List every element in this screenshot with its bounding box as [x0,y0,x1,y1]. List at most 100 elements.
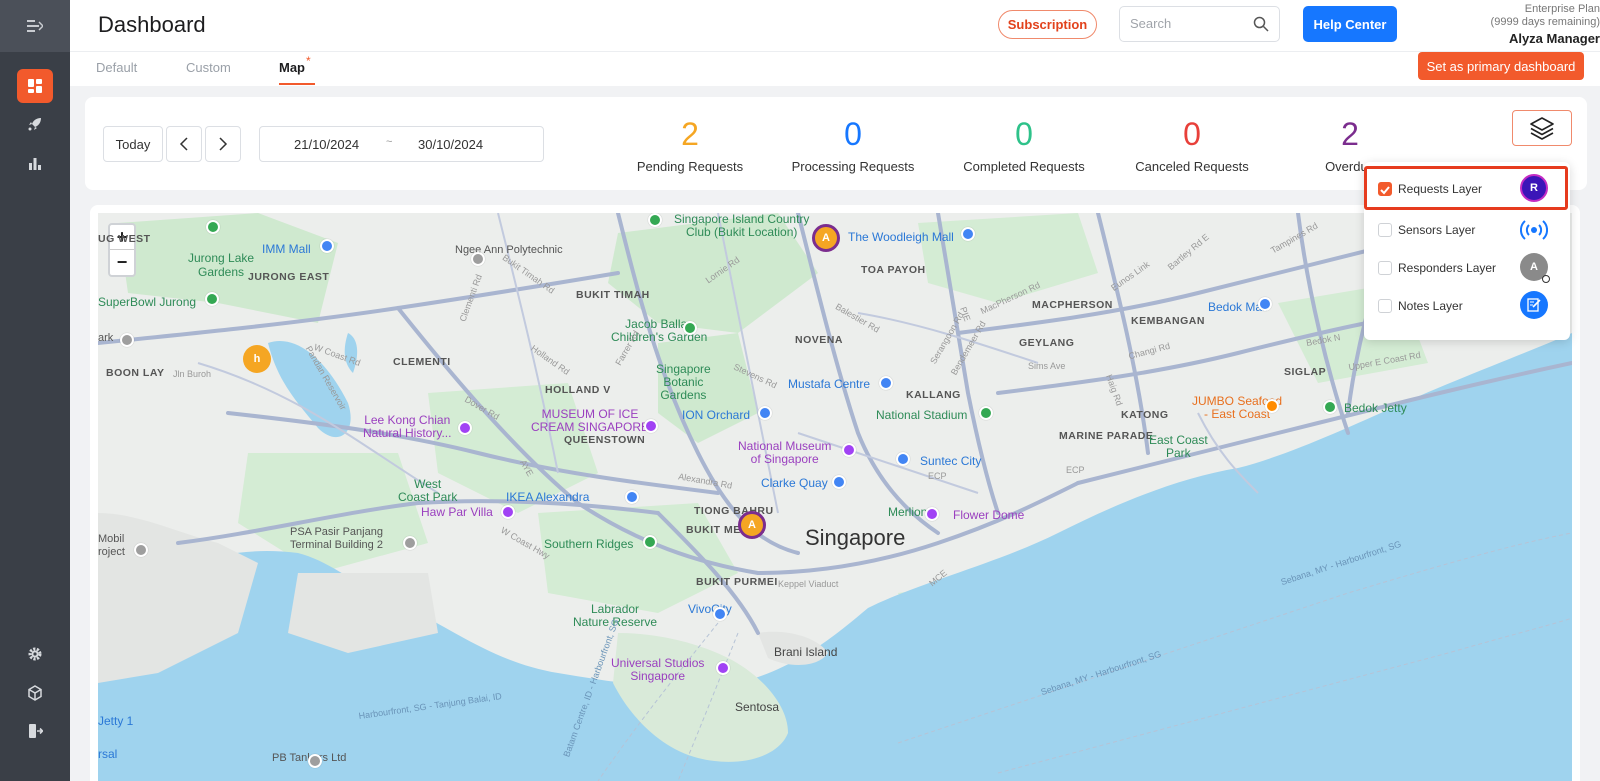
notes-layer-checkbox[interactable] [1378,299,1392,313]
poi-pin-blue[interactable] [713,607,727,621]
poi-pin-orange[interactable] [1265,399,1279,413]
poi-pin-purple[interactable] [501,505,515,519]
layer-option-sensors[interactable]: Sensors Layer [1364,212,1570,250]
map-label: ION Orchard [682,408,751,422]
map-label: BOON LAY [106,367,165,379]
map-label: ECP [928,471,947,481]
subscription-button[interactable]: Subscription [998,10,1097,39]
poi-pin-blue[interactable] [879,376,893,390]
layer-option-requests[interactable]: Requests Layer R [1364,166,1568,210]
map-label: National Museum of Singapore [738,439,832,466]
layer-label: Notes Layer [1398,299,1463,313]
set-primary-dashboard-button[interactable]: Set as primary dashboard [1418,52,1584,80]
poi-pin-blue[interactable] [320,239,334,253]
request-marker[interactable]: A [738,511,766,539]
poi-pin-green[interactable] [205,292,219,306]
poi-pin-grey[interactable] [471,252,485,266]
plan-info: Enterprise Plan (9999 days remaining) Al… [1400,3,1600,47]
poi-pin-grey[interactable] [134,543,148,557]
poi-pin-blue[interactable] [896,452,910,466]
poi-pin-purple[interactable] [925,507,939,521]
poi-pin-purple[interactable] [716,661,730,675]
requests-layer-checkbox[interactable] [1378,182,1392,196]
map-label: KALLANG [906,389,961,401]
request-marker[interactable]: h [243,345,271,373]
tab-map[interactable]: Map [279,60,305,75]
tab-map-marker: * [306,54,311,68]
date-range-picker[interactable]: 21/10/2024 ~ 30/10/2024 [259,126,544,162]
map-label: HOLLAND V [545,384,611,396]
poi-pin-green[interactable] [683,321,697,335]
stat-value: 0 [844,116,862,152]
map-canvas[interactable]: + − UG WEST Jurong Lake Gardens IMM Mall… [98,213,1572,781]
sidebar-item-modules[interactable] [17,676,53,710]
help-center-button[interactable]: Help Center [1303,6,1397,42]
sidebar-item-settings[interactable] [17,637,53,671]
map-label: PSA Pasir Panjang Terminal Building 2 [290,526,383,551]
search-icon[interactable] [1253,16,1269,37]
today-button[interactable]: Today [103,126,163,162]
rocket-icon [28,118,41,131]
poi-pin-grey[interactable] [403,536,417,550]
map-panel: + − UG WEST Jurong Lake Gardens IMM Mall… [90,205,1580,781]
layer-option-responders[interactable]: Responders Layer A [1364,250,1570,288]
map-label: Jln Buroh [173,369,212,379]
previous-period-button[interactable] [166,126,202,162]
map-label: Keppel Viaduct [778,579,839,589]
map-label: NOVENA [795,334,843,346]
chevron-right-icon [219,137,228,151]
map-label: SuperBowl Jurong [98,295,197,309]
map-label: Clarke Quay [761,476,828,490]
poi-pin-green[interactable] [648,213,662,227]
note-edit-icon [1520,291,1548,319]
poi-pin-grey[interactable] [308,754,322,768]
poi-pin-purple[interactable] [644,419,658,433]
poi-pin-purple[interactable] [842,443,856,457]
poi-pin-grey[interactable] [120,333,134,347]
map-base-layer [98,213,1572,781]
map-label: Suntec City [920,454,982,468]
poi-pin-blue[interactable] [625,490,639,504]
poi-pin-purple[interactable] [458,421,472,435]
tab-custom[interactable]: Custom [186,60,231,75]
map-label: Haw Par Villa [421,505,493,519]
map-label: Bedok Jetty [1344,401,1407,415]
responders-layer-checkbox[interactable] [1378,261,1392,275]
poi-pin-green[interactable] [979,406,993,420]
stat-processing: 0 Processing Requests [773,115,933,174]
responder-status-dot [1542,275,1550,283]
sidebar-item-logout[interactable] [17,714,53,748]
poi-pin-blue[interactable] [1258,297,1272,311]
date-from[interactable]: 21/10/2024 [294,137,359,152]
map-label: Mustafa Centre [788,377,871,391]
request-marker[interactable]: A [812,224,840,252]
sidebar-item-launch[interactable] [17,107,53,141]
search-input[interactable] [1130,16,1250,31]
zoom-out-button[interactable]: − [110,250,134,275]
poi-pin-blue[interactable] [832,475,846,489]
collapse-menu-button[interactable] [0,0,70,52]
map-layers-button[interactable] [1512,110,1572,146]
date-to[interactable]: 30/10/2024 [418,137,483,152]
sidebar [0,0,70,781]
sensors-layer-checkbox[interactable] [1378,223,1392,237]
layer-label: Sensors Layer [1398,223,1476,237]
map-label: KATONG [1121,409,1169,421]
layer-option-notes[interactable]: Notes Layer [1364,288,1570,326]
next-period-button[interactable] [205,126,241,162]
poi-pin-green[interactable] [643,535,657,549]
map-label: Singapore Botanic Gardens [656,362,711,402]
map-label: Southern Ridges [544,537,634,551]
poi-pin-green[interactable] [206,220,220,234]
tab-default[interactable]: Default [96,60,137,75]
sensor-broadcast-icon [1520,216,1548,244]
map-label: ECP [1066,465,1085,475]
map-label: East Coast Park [1149,433,1208,460]
map-label: Brani Island [774,645,838,659]
poi-pin-green[interactable] [1323,400,1337,414]
poi-pin-blue[interactable] [758,406,772,420]
poi-pin-blue[interactable] [961,227,975,241]
sidebar-item-reports[interactable] [17,146,53,180]
sidebar-item-dashboard[interactable] [17,69,53,103]
map-label: IKEA Alexandra [506,490,590,504]
